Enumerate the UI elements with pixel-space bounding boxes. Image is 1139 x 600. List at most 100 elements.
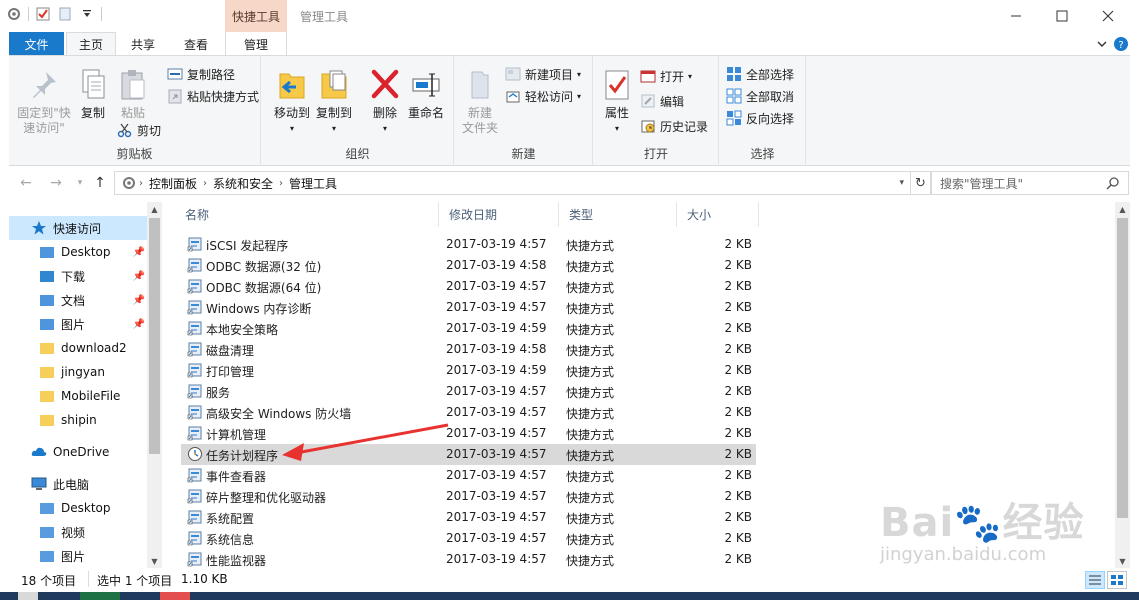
delete-button[interactable]: 删除 ▾ <box>368 68 402 136</box>
rename-button[interactable]: 重命名 <box>404 68 448 121</box>
pin-icon[interactable]: 📌 <box>133 295 145 306</box>
shortcut-icon <box>187 446 203 462</box>
tab-share[interactable]: 共享 <box>118 32 168 56</box>
customize-qat-icon[interactable] <box>79 6 95 22</box>
forward-button[interactable]: → <box>47 174 65 192</box>
nav-onedrive[interactable]: OneDrive <box>9 440 147 464</box>
nav-item-1[interactable]: 下载 📌 <box>9 264 147 288</box>
select-all-button[interactable]: 全部选择 <box>726 64 794 84</box>
address-dropdown-icon[interactable]: ▾ <box>899 178 904 188</box>
file-row[interactable]: ODBC 数据源(32 位) 2017-03-19 4:58 快捷方式 2 KB <box>181 255 756 276</box>
file-row[interactable]: 计算机管理 2017-03-19 4:57 快捷方式 2 KB <box>181 423 756 444</box>
tab-manage[interactable]: 管理 <box>225 32 287 56</box>
scrollbar-thumb[interactable] <box>1117 218 1128 518</box>
nav-pc-item-1[interactable]: 视频 <box>9 520 147 544</box>
copy-button[interactable]: 复制 <box>75 68 111 121</box>
control-panel-icon[interactable] <box>6 6 22 22</box>
tab-file[interactable]: 文件 <box>9 32 64 56</box>
details-view-button[interactable] <box>1085 571 1105 589</box>
new-folder-icon[interactable] <box>57 6 73 22</box>
pin-icon[interactable]: 📌 <box>133 319 145 330</box>
nav-pane-scrollbar[interactable]: ▲ ▼ <box>147 202 162 568</box>
tab-view[interactable]: 查看 <box>170 32 222 56</box>
breadcrumb-control-panel[interactable]: 控制面板 <box>149 175 197 192</box>
file-row[interactable]: 碎片整理和优化驱动器 2017-03-19 4:57 快捷方式 2 KB <box>181 486 756 507</box>
file-row[interactable]: 本地安全策略 2017-03-19 4:59 快捷方式 2 KB <box>181 318 756 339</box>
new-item-button[interactable]: 新建项目 ▾ <box>505 64 581 84</box>
file-row[interactable]: ODBC 数据源(64 位) 2017-03-19 4:57 快捷方式 2 KB <box>181 276 756 297</box>
nav-pc-item-0[interactable]: Desktop <box>9 496 147 520</box>
file-row[interactable]: 高级安全 Windows 防火墙 2017-03-19 4:57 快捷方式 2 KB <box>181 402 756 423</box>
scroll-up-icon[interactable]: ▲ <box>1115 202 1130 216</box>
file-row[interactable]: 任务计划程序 2017-03-19 4:57 快捷方式 2 KB <box>181 444 756 465</box>
file-row[interactable]: 磁盘清理 2017-03-19 4:58 快捷方式 2 KB <box>181 339 756 360</box>
column-header-name[interactable]: 名称 ˄ <box>175 202 439 227</box>
nav-item-3[interactable]: 图片 📌 <box>9 312 147 336</box>
select-none-button[interactable]: 全部取消 <box>726 86 794 106</box>
nav-item-7[interactable]: shipin <box>9 408 147 432</box>
new-folder-button[interactable]: 新建 文件夹 <box>459 68 501 136</box>
file-row[interactable]: 性能监视器 2017-03-19 4:57 快捷方式 2 KB <box>181 549 756 568</box>
maximize-button[interactable] <box>1039 0 1085 32</box>
breadcrumb-admin-tools[interactable]: 管理工具 <box>289 175 337 192</box>
scrollbar-thumb[interactable] <box>149 218 160 454</box>
edit-button[interactable]: 编辑 <box>640 91 684 111</box>
copy-to-button[interactable]: 复制到 ▾ <box>314 68 354 136</box>
breadcrumb-separator[interactable]: › <box>139 178 143 189</box>
up-button[interactable]: ↑ <box>91 174 109 192</box>
tab-home[interactable]: 主页 <box>66 32 116 56</box>
pin-quick-access-button[interactable]: 固定到"快 速访问" <box>13 68 75 136</box>
search-input[interactable]: 搜索"管理工具" <box>931 171 1129 195</box>
pin-icon[interactable]: 📌 <box>133 271 145 282</box>
nav-item-label: download2 <box>61 341 127 355</box>
address-bar[interactable]: › 控制面板 › 系统和安全 › 管理工具 ▾ <box>114 171 911 195</box>
help-button[interactable]: ? <box>1113 36 1129 52</box>
close-button[interactable] <box>1085 0 1131 32</box>
nav-item-4[interactable]: download2 <box>9 336 147 360</box>
file-size: 2 KB <box>724 447 752 461</box>
taskbar-app-icon[interactable] <box>160 592 190 600</box>
minimize-button[interactable] <box>993 0 1039 32</box>
file-row[interactable]: iSCSI 发起程序 2017-03-19 4:57 快捷方式 2 KB <box>181 234 756 255</box>
file-row[interactable]: Windows 内存诊断 2017-03-19 4:57 快捷方式 2 KB <box>181 297 756 318</box>
taskbar-excel-icon[interactable] <box>80 592 120 600</box>
refresh-button[interactable]: ↻ <box>911 171 931 195</box>
taskbar-app-icon[interactable] <box>18 592 38 600</box>
history-button[interactable]: 历史记录 <box>640 116 708 136</box>
paste-button[interactable]: 粘贴 <box>113 68 153 121</box>
large-icons-view-button[interactable] <box>1107 571 1127 589</box>
invert-selection-button[interactable]: 反向选择 <box>726 108 794 128</box>
properties-check-icon[interactable] <box>35 6 51 22</box>
pin-icon[interactable]: 📌 <box>133 247 145 258</box>
nav-item-6[interactable]: MobileFile <box>9 384 147 408</box>
nav-item-2[interactable]: 文档 📌 <box>9 288 147 312</box>
file-row[interactable]: 打印管理 2017-03-19 4:59 快捷方式 2 KB <box>181 360 756 381</box>
move-to-button[interactable]: 移动到 ▾ <box>272 68 312 136</box>
nav-item-0[interactable]: Desktop 📌 <box>9 240 147 264</box>
back-button[interactable]: ← <box>17 174 35 192</box>
nav-this-pc[interactable]: 此电脑 <box>9 472 147 496</box>
breadcrumb-system-security[interactable]: 系统和安全 <box>213 175 273 192</box>
scroll-up-icon[interactable]: ▲ <box>147 202 162 216</box>
file-row[interactable]: 服务 2017-03-19 4:57 快捷方式 2 KB <box>181 381 756 402</box>
nav-pc-item-2[interactable]: 图片 <box>9 544 147 567</box>
breadcrumb-separator[interactable]: › <box>279 178 283 189</box>
file-row[interactable]: 事件查看器 2017-03-19 4:57 快捷方式 2 KB <box>181 465 756 486</box>
file-row[interactable]: 系统信息 2017-03-19 4:57 快捷方式 2 KB <box>181 528 756 549</box>
paste-shortcut-button[interactable]: 粘贴快捷方式 <box>167 86 259 106</box>
nav-item-5[interactable]: jingyan <box>9 360 147 384</box>
column-header-modified[interactable]: 修改日期 <box>439 202 559 227</box>
breadcrumb-separator[interactable]: › <box>203 178 207 189</box>
column-header-size[interactable]: 大小 <box>677 202 759 227</box>
recent-locations-button[interactable]: ▾ <box>71 174 89 192</box>
file-row[interactable]: 系统配置 2017-03-19 4:57 快捷方式 2 KB <box>181 507 756 528</box>
ribbon-expand-button[interactable] <box>1094 36 1110 52</box>
easy-access-button[interactable]: 轻松访问 ▾ <box>505 86 581 106</box>
column-header-type[interactable]: 类型 <box>559 202 677 227</box>
nav-quick-access[interactable]: 快速访问 <box>9 216 147 240</box>
copy-path-button[interactable]: 复制路径 <box>167 64 235 84</box>
open-button[interactable]: 打开 ▾ <box>640 66 692 86</box>
properties-button[interactable]: 属性 ▾ <box>600 68 634 136</box>
scroll-down-icon[interactable]: ▼ <box>147 554 162 568</box>
cut-button[interactable]: 剪切 <box>117 120 161 140</box>
